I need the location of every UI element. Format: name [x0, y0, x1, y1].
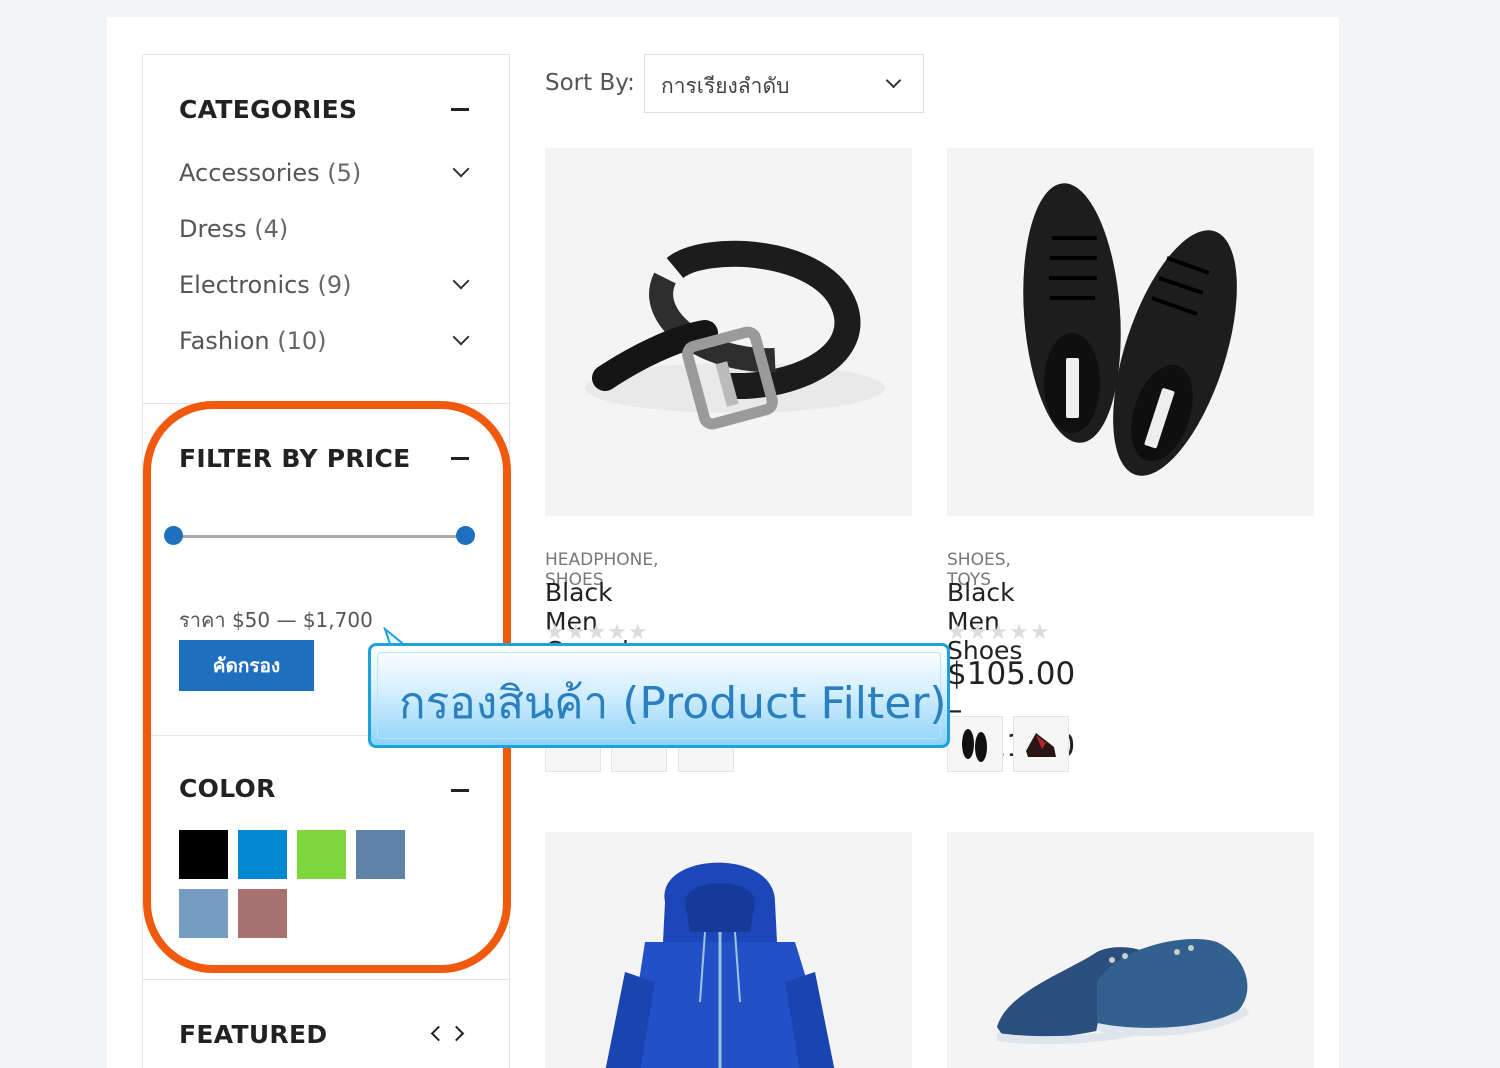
rating-stars: ★★★★★ [545, 620, 649, 645]
sidebar: CATEGORIES Accessories (5) Dress (4) Ele… [142, 54, 510, 1068]
color-title: COLOR [179, 774, 276, 803]
category-count: (5) [327, 159, 362, 187]
variant-thumbnail-red[interactable] [1013, 716, 1069, 772]
featured-widget: FEATURED [143, 980, 509, 1068]
chevron-left-icon[interactable] [430, 1025, 447, 1042]
category-name: Electronics [179, 271, 310, 299]
color-swatch[interactable] [238, 889, 287, 938]
category-item-dress[interactable]: Dress (4) [179, 215, 288, 243]
product-image-blue-hoodie[interactable] [545, 832, 912, 1068]
category-name: Dress [179, 215, 247, 243]
color-swatch[interactable] [297, 830, 346, 879]
category-item-fashion[interactable]: Fashion (10) [179, 327, 327, 355]
chevron-down-icon[interactable] [452, 160, 470, 178]
product-image-blue-shoes[interactable] [947, 832, 1314, 1068]
price-range-label: ราคา $50 — $1,700 [179, 608, 373, 632]
product-image-black-shoes[interactable] [947, 148, 1314, 516]
categories-widget: CATEGORIES Accessories (5) Dress (4) Ele… [143, 55, 509, 404]
product-image-belt[interactable] [545, 148, 912, 516]
filter-button[interactable]: คัดกรอง [179, 640, 314, 691]
category-item-electronics[interactable]: Electronics (9) [179, 271, 351, 299]
category-count: (9) [317, 271, 352, 299]
sort-value: การเรียงลำดับ [661, 74, 790, 98]
price-slider-max-handle[interactable] [455, 526, 475, 545]
sort-dropdown[interactable]: การเรียงลำดับ [644, 54, 924, 113]
chevron-down-icon[interactable] [452, 328, 470, 346]
color-swatch[interactable] [179, 830, 228, 879]
categories-title: CATEGORIES [179, 95, 358, 124]
callout-text: กรองสินค้า (Product Filter) [399, 678, 947, 729]
chevron-down-icon [885, 72, 902, 89]
color-swatch[interactable] [356, 830, 405, 879]
category-name: Fashion [179, 327, 270, 355]
category-name: Accessories [179, 159, 320, 187]
page-gutter [1339, 22, 1500, 1068]
color-widget: COLOR [143, 736, 509, 980]
category-count: (10) [277, 327, 327, 355]
rating-stars: ★★★★★ [947, 620, 1051, 645]
price-filter-title: FILTER BY PRICE [179, 444, 411, 473]
variant-thumbnail-black[interactable] [947, 716, 1003, 772]
color-swatch[interactable] [238, 830, 287, 879]
price-slider-min-handle[interactable] [163, 526, 183, 545]
collapse-categories-icon[interactable] [451, 108, 469, 111]
featured-title: FEATURED [179, 1020, 328, 1049]
category-item-accessories[interactable]: Accessories (5) [179, 159, 361, 187]
category-count: (4) [254, 215, 289, 243]
chevron-right-icon[interactable] [448, 1025, 465, 1042]
sort-label: Sort By: [545, 70, 635, 96]
collapse-price-filter-icon[interactable] [451, 457, 469, 460]
collapse-color-icon[interactable] [451, 789, 469, 792]
chevron-down-icon[interactable] [452, 272, 470, 290]
price-slider-track[interactable] [173, 535, 465, 538]
annotation-callout: กรองสินค้า (Product Filter) [368, 643, 950, 748]
color-swatch[interactable] [179, 889, 228, 938]
